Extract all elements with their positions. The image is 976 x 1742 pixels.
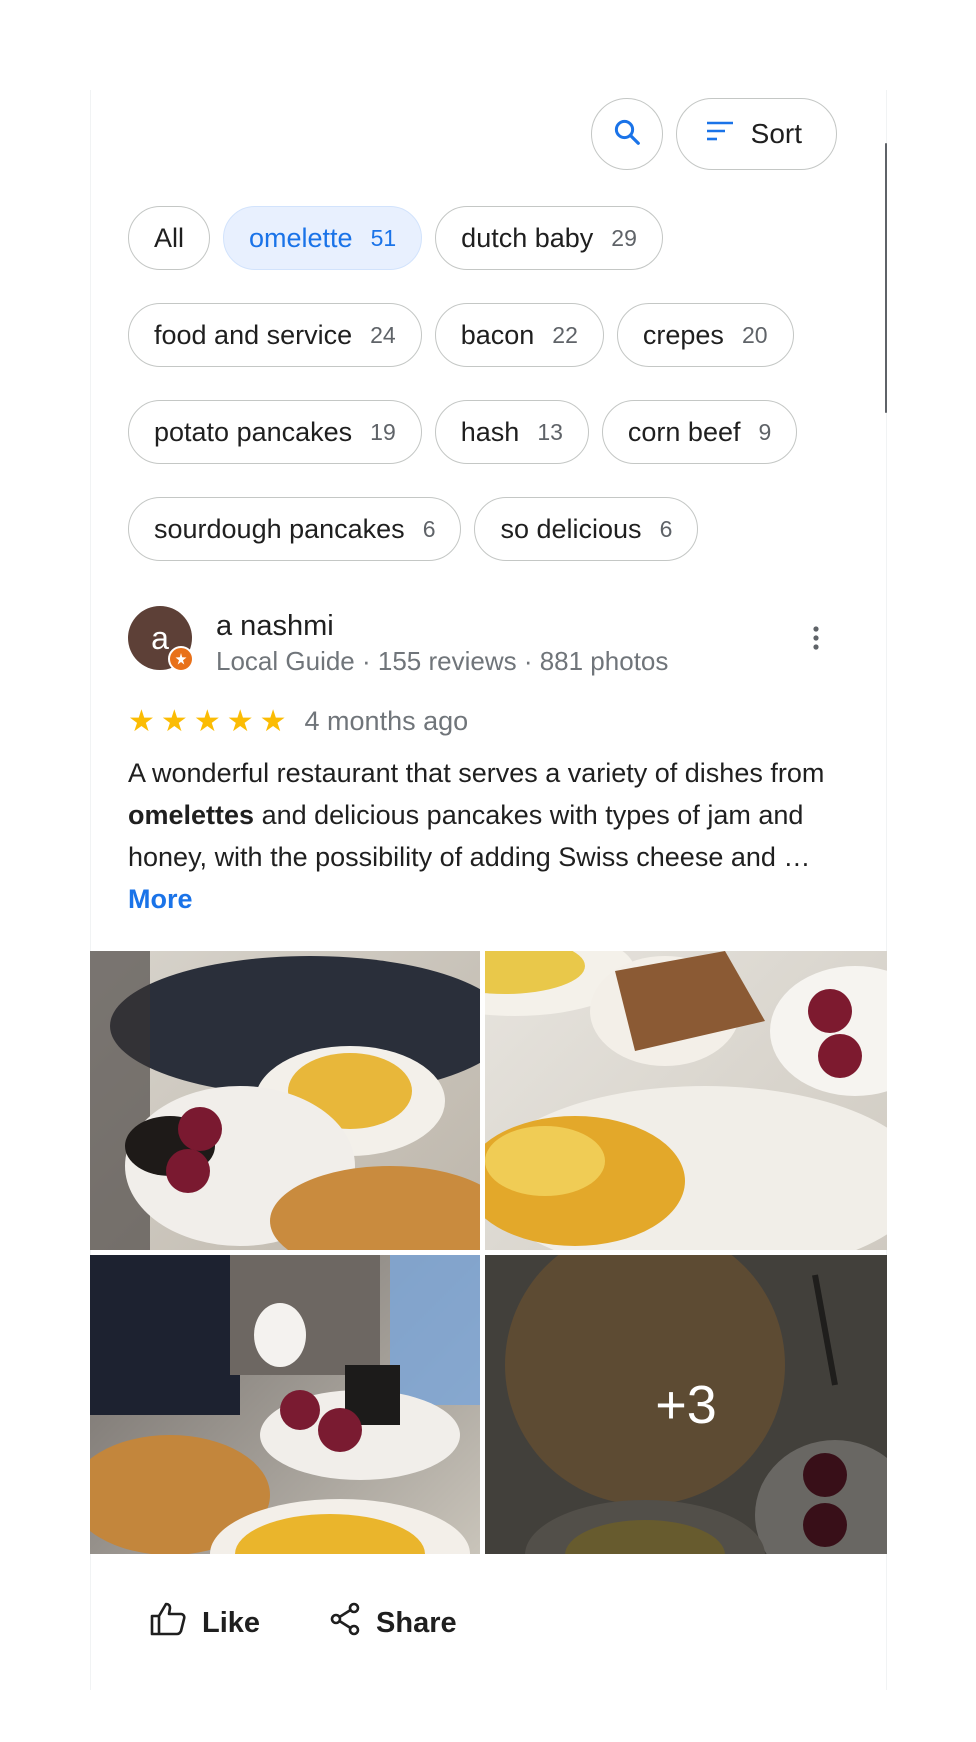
topic-chip-count: 22 <box>552 321 578 348</box>
more-photos-count: +3 <box>485 1255 887 1554</box>
scrollbar[interactable] <box>885 143 887 413</box>
topic-chip-label: so delicious <box>500 513 642 544</box>
share-label: Share <box>376 1606 457 1639</box>
reviewer-meta: Local Guide · 155 reviews · 881 photos <box>216 646 669 676</box>
more-link[interactable]: More <box>128 884 193 914</box>
review-text-highlight: omelettes <box>128 800 255 830</box>
more-options-icon[interactable] <box>798 618 834 658</box>
review-text-before: A wonderful restaurant that serves a var… <box>128 758 825 788</box>
review-photo[interactable] <box>90 951 480 1250</box>
review-photo[interactable] <box>90 1255 480 1554</box>
avatar-letter: a <box>151 619 169 656</box>
topic-chip-count: 20 <box>741 321 768 348</box>
chip-row: food and service 24 bacon 22 crepes 20 <box>128 303 848 367</box>
topic-chip-label: potato pancakes <box>154 416 353 447</box>
search-icon <box>612 117 642 152</box>
topic-chip-label: omelette <box>249 222 353 253</box>
star-icon: ★ <box>160 704 188 738</box>
topic-chip[interactable]: dutch baby 29 <box>435 206 663 270</box>
topic-chip-count: 6 <box>422 515 436 542</box>
chip-row: sourdough pancakes 6 so delicious 6 <box>128 497 848 561</box>
rating-row: ★ ★ ★ ★ ★ 4 months ago <box>128 706 468 737</box>
review-time: 4 months ago <box>304 706 469 736</box>
star-icon: ★ <box>193 704 221 738</box>
topic-chip[interactable]: so delicious 6 <box>474 497 699 561</box>
topic-chip[interactable]: food and service 24 <box>128 303 422 367</box>
topic-chip-count: 13 <box>537 418 563 445</box>
star-icon: ★ <box>259 704 287 738</box>
topic-chip-count: 9 <box>758 418 772 445</box>
topic-chip-label: crepes <box>642 319 724 350</box>
star-icon: ★ <box>226 704 254 738</box>
search-reviews-button[interactable] <box>590 98 663 170</box>
share-button[interactable]: Share <box>330 1602 457 1644</box>
review-photo[interactable] <box>485 951 887 1250</box>
topic-chip[interactable]: potato pancakes 19 <box>128 400 422 464</box>
review-photos: +3 <box>90 951 887 1554</box>
topic-chip-count: 19 <box>370 418 396 445</box>
local-guide-badge-icon <box>168 646 194 672</box>
topic-chip-label: All <box>154 222 185 253</box>
topic-chip[interactable]: All <box>128 206 211 270</box>
star-icon: ★ <box>128 704 155 738</box>
share-icon <box>330 1602 360 1644</box>
like-button[interactable]: Like <box>150 1602 260 1644</box>
topic-chip-label: corn beef <box>627 416 741 447</box>
sort-icon <box>705 118 735 150</box>
review-actions: Like Share <box>150 1602 457 1644</box>
topic-chip-count: 51 <box>370 224 397 251</box>
sort-label: Sort <box>750 118 802 149</box>
topic-chip-label: hash <box>460 416 520 447</box>
reviews-toolbar: Sort <box>590 98 837 170</box>
sort-button[interactable]: Sort <box>675 98 837 170</box>
topic-chip-label: food and service <box>154 319 353 350</box>
chip-row: All omelette 51 dutch baby 29 <box>128 206 848 270</box>
topic-chip[interactable]: bacon 22 <box>434 303 604 367</box>
topic-chip-count: 6 <box>659 515 673 542</box>
topic-chip[interactable]: hash 13 <box>434 400 589 464</box>
topic-chip-label: bacon <box>460 319 535 350</box>
star-rating: ★ ★ ★ ★ ★ <box>128 704 287 738</box>
chip-row: potato pancakes 19 hash 13 corn beef 9 <box>128 400 848 464</box>
review-photo[interactable]: +3 <box>485 1255 887 1554</box>
topic-chip-label: sourdough pancakes <box>154 513 405 544</box>
topic-chips: All omelette 51 dutch baby 29 food and servic… <box>128 206 848 594</box>
topic-chip-label: dutch baby <box>461 222 594 253</box>
topic-chip[interactable]: sourdough pancakes 6 <box>128 497 462 561</box>
thumbs-up-icon <box>150 1602 186 1644</box>
topic-chip[interactable]: corn beef 9 <box>601 400 798 464</box>
topic-chip[interactable]: crepes 20 <box>616 303 794 367</box>
topic-chip[interactable]: omelette 51 <box>223 206 423 270</box>
review-header: a a nashmi Local Guide · 155 reviews · 8… <box>128 606 838 676</box>
like-label: Like <box>202 1606 261 1639</box>
review-text: A wonderful restaurant that serves a var… <box>128 752 828 920</box>
reviewer-name[interactable]: a nashmi <box>216 610 334 643</box>
topic-chip-count: 24 <box>370 321 396 348</box>
topic-chip-count: 29 <box>611 224 637 251</box>
